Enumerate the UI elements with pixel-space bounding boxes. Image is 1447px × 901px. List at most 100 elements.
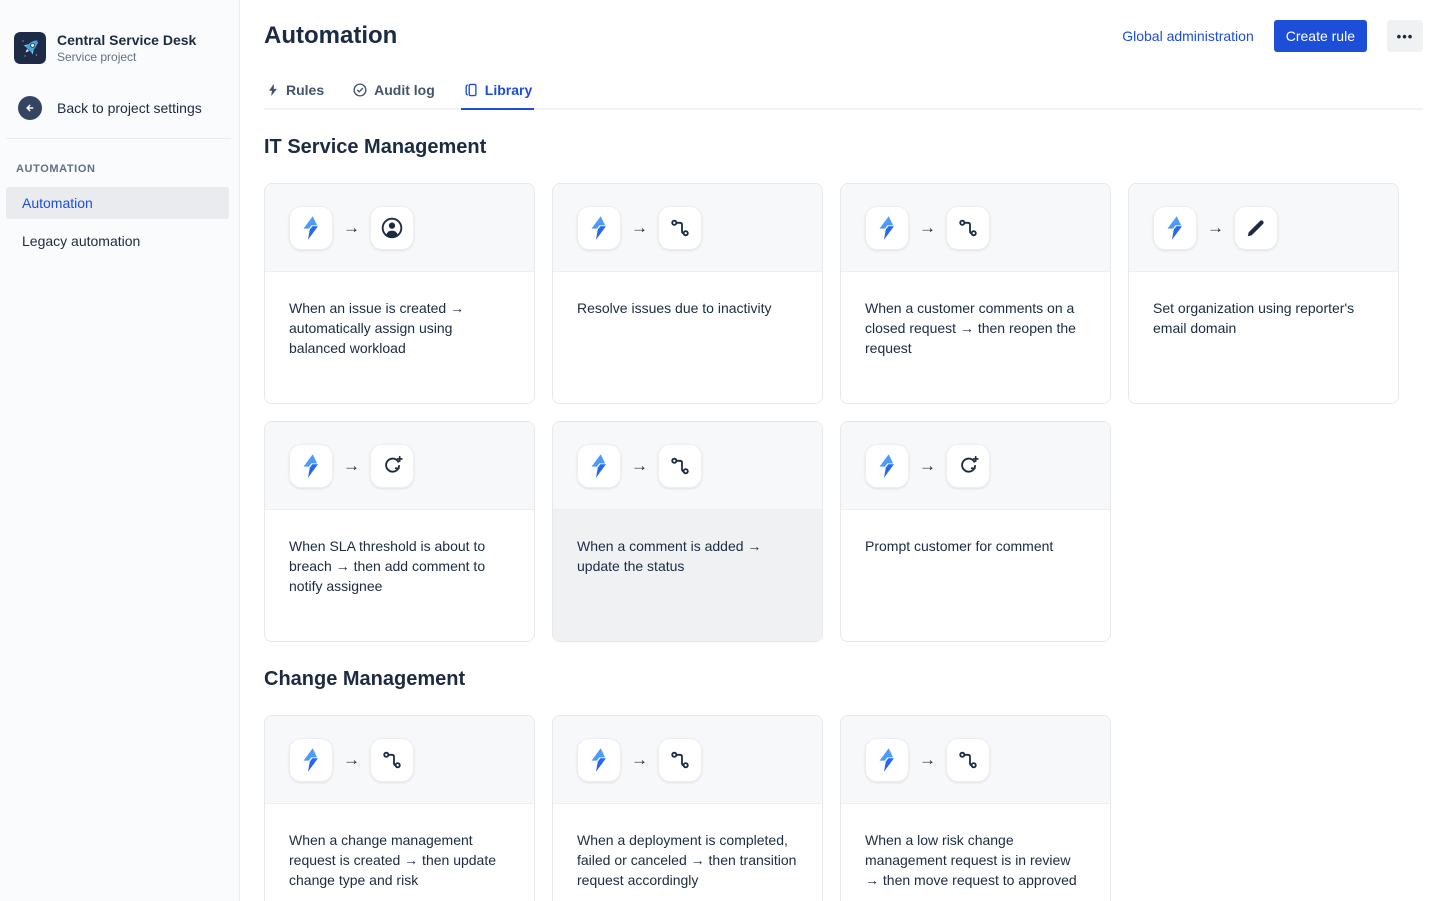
automation-bolt-icon	[1153, 206, 1197, 250]
automation-template-card[interactable]: → When an issue is created → automatical…	[264, 183, 535, 404]
template-section: IT Service Management → When an issue is…	[264, 136, 1423, 642]
card-title: When an issue is created → automatically…	[289, 298, 510, 358]
card-body: When a deployment is completed, failed o…	[553, 804, 822, 901]
card-body: Prompt customer for comment	[841, 510, 1110, 641]
card-icon-strip: →	[265, 184, 534, 272]
card-title: Prompt customer for comment	[865, 536, 1086, 556]
card-icon-strip: →	[553, 422, 822, 510]
arrow-right-icon: →	[1207, 219, 1224, 236]
project-header: Central Service Desk Service project	[0, 32, 239, 64]
tab-library-label: Library	[485, 82, 532, 98]
refresh-add-icon	[946, 444, 990, 488]
automation-template-card[interactable]: → Set organization using reporter's emai…	[1128, 183, 1399, 404]
card-body: Set organization using reporter's email …	[1129, 272, 1398, 403]
sidebar: Central Service Desk Service project Bac…	[0, 0, 240, 901]
arrow-left-icon	[18, 96, 42, 120]
tab-audit-log[interactable]: Audit log	[350, 78, 437, 110]
transition-icon	[658, 738, 702, 782]
card-title: Resolve issues due to inactivity	[577, 298, 798, 318]
transition-icon	[658, 206, 702, 250]
automation-bolt-icon	[577, 444, 621, 488]
automation-template-card[interactable]: → When a low risk change management requ…	[840, 715, 1111, 901]
more-menu-button[interactable]: •••	[1387, 20, 1423, 52]
card-title: Set organization using reporter's email …	[1153, 298, 1374, 338]
nav-group-label: AUTOMATION	[0, 163, 239, 175]
tab-rules[interactable]: Rules	[264, 78, 326, 110]
project-name: Central Service Desk	[57, 32, 196, 48]
card-icon-strip: →	[1129, 184, 1398, 272]
arrow-right-icon: →	[343, 219, 360, 236]
page-header: Automation Global administration Create …	[264, 20, 1423, 52]
library-sections: IT Service Management → When an issue is…	[264, 136, 1423, 901]
automation-template-card[interactable]: → When a comment is added → update the s…	[552, 421, 823, 642]
card-icon-strip: →	[265, 716, 534, 804]
arrow-right-icon: →	[343, 751, 360, 768]
tab-bar: Rules Audit log Library	[264, 78, 1423, 110]
card-icon-strip: →	[841, 422, 1110, 510]
arrow-right-icon: →	[919, 219, 936, 236]
tab-audit-log-label: Audit log	[374, 82, 435, 98]
card-title: When SLA threshold is about to breach → …	[289, 536, 510, 596]
automation-template-card[interactable]: → When a change management request is cr…	[264, 715, 535, 901]
arrow-right-icon: →	[631, 457, 648, 474]
card-title: When a change management request is crea…	[289, 830, 510, 890]
pages-icon	[463, 82, 479, 98]
card-body: When an issue is created → automatically…	[265, 272, 534, 403]
automation-template-card[interactable]: → When a customer comments on a closed r…	[840, 183, 1111, 404]
main-content: Automation Global administration Create …	[240, 0, 1447, 901]
automation-bolt-icon	[289, 444, 333, 488]
sidebar-item-legacy-automation[interactable]: Legacy automation	[6, 225, 229, 257]
automation-bolt-icon	[577, 206, 621, 250]
card-title: When a comment is added → update the sta…	[577, 536, 798, 576]
automation-template-card[interactable]: → When a deployment is completed, failed…	[552, 715, 823, 901]
project-type: Service project	[57, 50, 196, 64]
arrow-right-icon: →	[919, 751, 936, 768]
page-title: Automation	[264, 22, 397, 50]
card-icon-strip: →	[265, 422, 534, 510]
back-label: Back to project settings	[57, 100, 202, 116]
card-body: When a comment is added → update the sta…	[553, 510, 822, 641]
sidebar-divider	[6, 138, 231, 139]
card-body: When a customer comments on a closed req…	[841, 272, 1110, 403]
card-body: When a change management request is crea…	[265, 804, 534, 901]
global-administration-link[interactable]: Global administration	[1122, 28, 1254, 44]
automation-bolt-icon	[865, 444, 909, 488]
automation-template-card[interactable]: → Prompt customer for comment	[840, 421, 1111, 642]
arrow-right-icon: →	[631, 219, 648, 236]
card-icon-strip: →	[553, 184, 822, 272]
assignee-icon	[370, 206, 414, 250]
arrow-right-icon: →	[343, 457, 360, 474]
sidebar-item-automation[interactable]: Automation	[6, 187, 229, 219]
ellipsis-icon: •••	[1397, 29, 1414, 44]
card-body: Resolve issues due to inactivity	[553, 272, 822, 403]
card-icon-strip: →	[841, 184, 1110, 272]
back-to-project-settings[interactable]: Back to project settings	[0, 96, 239, 120]
automation-template-card[interactable]: → When SLA threshold is about to breach …	[264, 421, 535, 642]
automation-bolt-icon	[577, 738, 621, 782]
card-grid: → When an issue is created → automatical…	[264, 183, 1423, 642]
transition-icon	[658, 444, 702, 488]
card-grid: → When a change management request is cr…	[264, 715, 1423, 901]
template-section: Change Management → When a change manage…	[264, 668, 1423, 901]
card-icon-strip: →	[841, 716, 1110, 804]
card-body: When SLA threshold is about to breach → …	[265, 510, 534, 641]
automation-template-card[interactable]: → Resolve issues due to inactivity	[552, 183, 823, 404]
arrow-right-icon: →	[919, 457, 936, 474]
sidebar-nav: Automation Legacy automation	[0, 187, 239, 257]
automation-bolt-icon	[289, 738, 333, 782]
header-actions: Global administration Create rule •••	[1122, 20, 1423, 52]
card-body: When a low risk change management reques…	[841, 804, 1110, 901]
edit-icon	[1234, 206, 1278, 250]
check-circle-icon	[352, 82, 368, 98]
automation-bolt-icon	[289, 206, 333, 250]
card-icon-strip: →	[553, 716, 822, 804]
refresh-add-icon	[370, 444, 414, 488]
card-title: When a customer comments on a closed req…	[865, 298, 1086, 358]
transition-icon	[946, 738, 990, 782]
card-title: When a deployment is completed, failed o…	[577, 830, 798, 890]
automation-bolt-icon	[865, 206, 909, 250]
create-rule-button[interactable]: Create rule	[1274, 20, 1367, 52]
tab-library[interactable]: Library	[461, 78, 534, 110]
section-title: Change Management	[264, 668, 1423, 691]
lightning-icon	[266, 83, 280, 97]
